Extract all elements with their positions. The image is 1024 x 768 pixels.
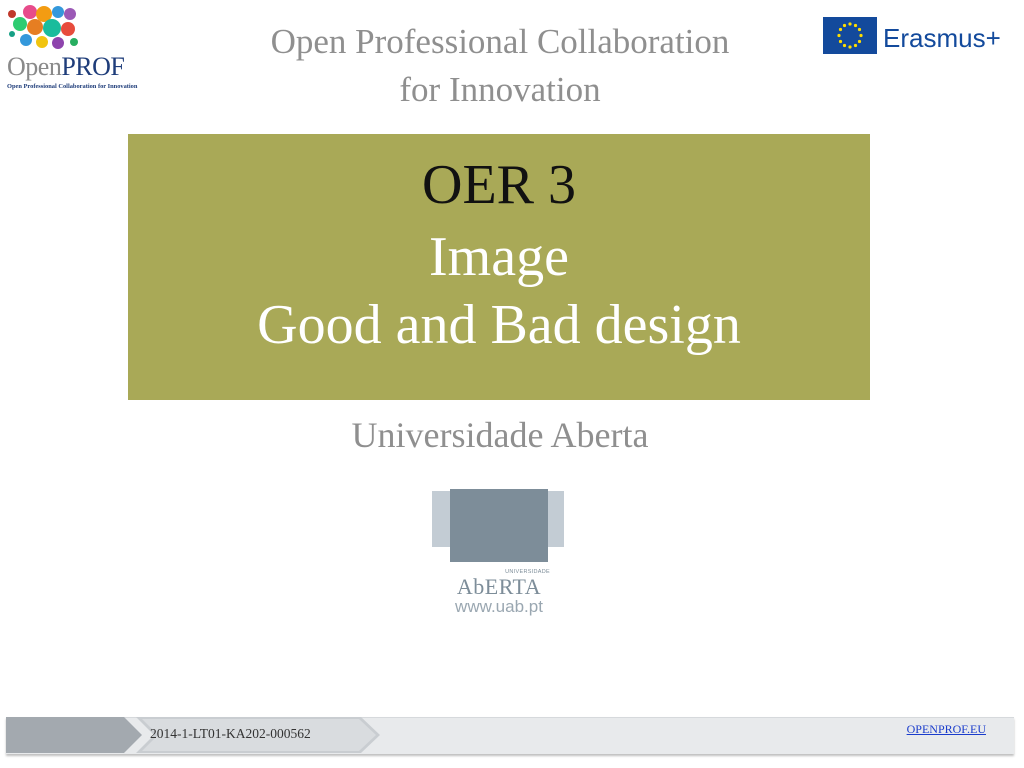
openprof-logo: OpenPROF Open Professional Collaboration… [4, 2, 154, 94]
openprof-tagline: Open Professional Collaboration for Inno… [7, 83, 138, 90]
openprof-wordmark-open: Open [7, 52, 62, 81]
uab-logo-front-square [450, 489, 548, 562]
subtitle: Universidade Aberta [351, 415, 649, 455]
title-line-image: Image [429, 226, 569, 288]
erasmus-logo: Erasmus+ [823, 17, 1013, 57]
eu-flag-icon [823, 17, 877, 54]
title-line-design: Good and Bad design [257, 294, 741, 356]
title-line-oer: OER 3 [422, 154, 576, 216]
uab-logo-name: AbERTA [456, 574, 542, 599]
footer-project-code: 2014-1-LT01-KA202-000562 [150, 726, 311, 741]
header-title-line2: for Innovation [399, 70, 601, 109]
openprof-bubbles-icon [8, 5, 78, 49]
openprof-wordmark: OpenPROF [7, 52, 125, 81]
header-title-line1: Open Professional Collaboration [270, 22, 730, 61]
header-title: Open Professional Collaboration for Inno… [200, 18, 800, 114]
footer-openprof-link[interactable]: OPENPROF.EU [907, 720, 986, 738]
erasmus-wordmark: Erasmus+ [883, 23, 1001, 53]
uab-logo-url: www.uab.pt [455, 597, 543, 616]
openprof-wordmark-prof: PROF [61, 52, 125, 81]
uab-logo: UNIVERSIDADE AbERTA www.uab.pt [432, 489, 566, 619]
